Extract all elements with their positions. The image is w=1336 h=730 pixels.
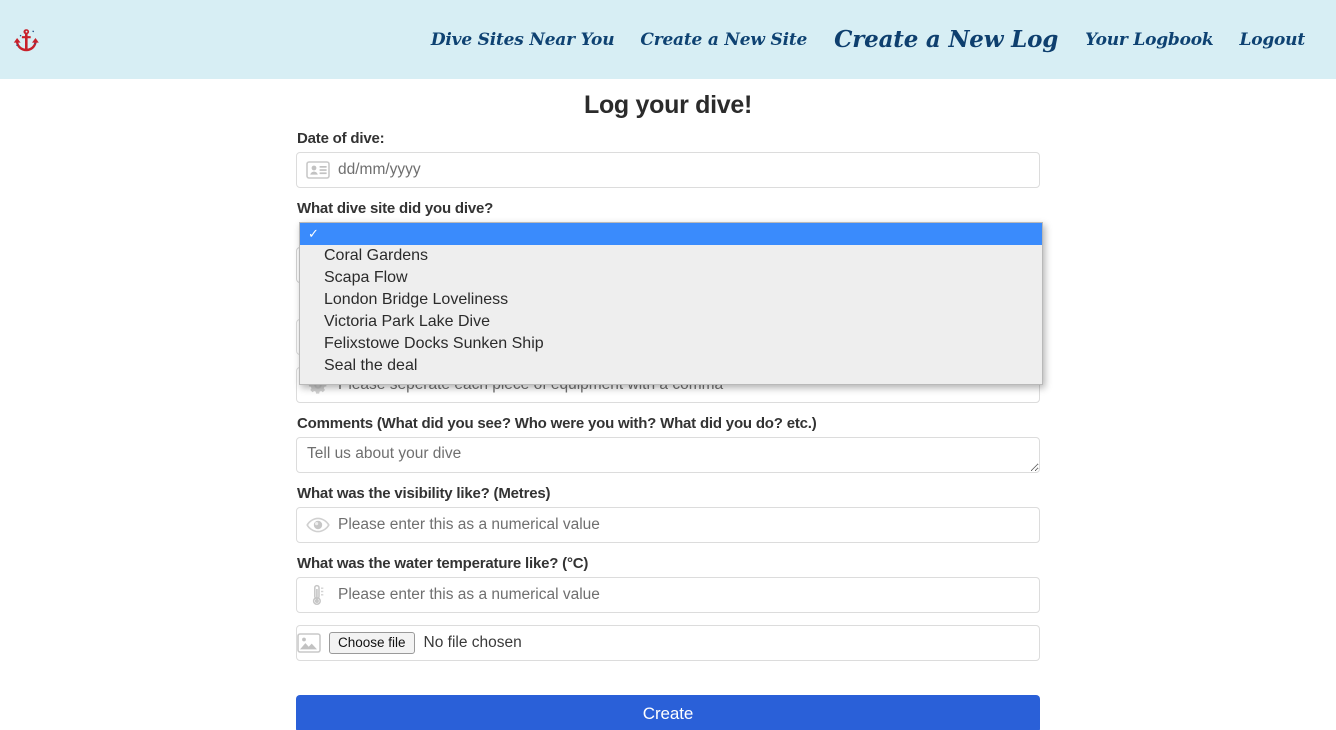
contact-card-icon bbox=[304, 159, 332, 181]
dive-site-dropdown-list[interactable]: ✓ Coral Gardens Scapa Flow London Bridge… bbox=[299, 222, 1043, 385]
page-title: Log your dive! bbox=[583, 91, 753, 119]
dropdown-option-blank[interactable]: ✓ bbox=[300, 223, 1042, 245]
dropdown-option-felixstowe-docks-sunken-ship[interactable]: Felixstowe Docks Sunken Ship bbox=[300, 333, 1042, 355]
dropdown-option-london-bridge-loveliness[interactable]: London Bridge Loveliness bbox=[300, 289, 1042, 311]
comments-label: Comments (What did you see? Who were you… bbox=[297, 415, 817, 432]
eye-icon bbox=[304, 514, 332, 536]
water-temperature-input[interactable] bbox=[332, 580, 1039, 610]
date-of-dive-input-row[interactable] bbox=[296, 152, 1040, 188]
top-navigation-bar: Dive Sites Near You Create a New Site Cr… bbox=[0, 0, 1336, 79]
thermometer-icon bbox=[304, 584, 332, 606]
create-button[interactable]: Create bbox=[296, 695, 1040, 730]
visibility-label: What was the visibility like? (Metres) bbox=[297, 485, 551, 502]
file-status-text: No file chosen bbox=[423, 634, 522, 651]
nav-link-logout[interactable]: Logout bbox=[1226, 30, 1318, 50]
water-temperature-label: What was the water temperature like? (°C… bbox=[297, 555, 589, 572]
visibility-input-row[interactable] bbox=[296, 507, 1040, 543]
nav-link-create-a-new-site[interactable]: Create a New Site bbox=[627, 30, 820, 50]
dropdown-option-coral-gardens[interactable]: Coral Gardens bbox=[300, 245, 1042, 267]
dive-site-select-group: ✓ Coral Gardens Scapa Flow London Bridge… bbox=[296, 222, 1043, 385]
dropdown-option-victoria-park-lake-dive[interactable]: Victoria Park Lake Dive bbox=[300, 311, 1042, 333]
nav-links: Dive Sites Near You Create a New Site Cr… bbox=[418, 0, 1318, 79]
dive-site-label: What dive site did you dive? bbox=[297, 200, 494, 217]
nav-link-your-logbook[interactable]: Your Logbook bbox=[1072, 30, 1226, 50]
choose-file-button[interactable]: Choose file bbox=[329, 632, 415, 654]
photo-upload-row[interactable]: Choose file No file chosen bbox=[296, 625, 1040, 661]
date-of-dive-label: Date of dive: bbox=[297, 130, 385, 147]
comments-textarea[interactable] bbox=[296, 437, 1040, 473]
dropdown-option-seal-the-deal[interactable]: Seal the deal bbox=[300, 355, 1042, 377]
nav-link-dive-sites-near-you[interactable]: Dive Sites Near You bbox=[418, 30, 628, 50]
dropdown-option-scapa-flow[interactable]: Scapa Flow bbox=[300, 267, 1042, 289]
page-body: Log your dive! Date of dive: What dive s… bbox=[0, 79, 1336, 730]
dive-log-form: Date of dive: What dive site did you div… bbox=[296, 120, 1043, 730]
checkmark-icon: ✓ bbox=[308, 226, 319, 241]
dropdown-bottom-padding bbox=[300, 377, 1042, 384]
visibility-input[interactable] bbox=[332, 510, 1039, 540]
nav-link-create-a-new-log[interactable]: Create a New Log bbox=[820, 26, 1072, 53]
water-temperature-input-row[interactable] bbox=[296, 577, 1040, 613]
anchor-logo-icon[interactable] bbox=[10, 23, 44, 57]
date-of-dive-input[interactable] bbox=[332, 155, 1039, 185]
image-icon bbox=[297, 633, 321, 653]
